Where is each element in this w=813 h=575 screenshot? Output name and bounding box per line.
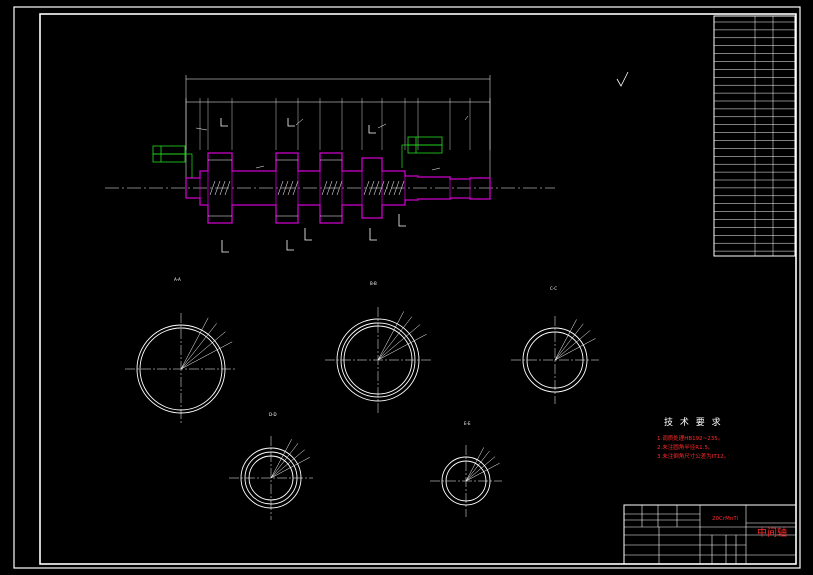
tolerance-frame-right <box>401 136 443 168</box>
inner-border <box>39 13 797 565</box>
section-d-view <box>229 436 313 520</box>
drawing-sheet: A-A B-B C-C D-D E-E 技 术 要 求 1.调质处理HB192~… <box>13 6 801 569</box>
section-b-view <box>325 307 431 413</box>
shaft-main-view <box>105 75 555 253</box>
section-label-e: E-E <box>464 421 471 426</box>
title-block-part-name: 中间轴 <box>757 526 787 539</box>
section-label-b: B-B <box>370 281 377 286</box>
tech-note-1: 1.调质处理HB192~235。 <box>657 434 723 442</box>
section-e-view <box>430 445 502 517</box>
tech-note-3: 3.未注倒角尺寸公差为IT12。 <box>657 452 729 460</box>
tech-heading: 技 术 要 求 <box>664 416 723 428</box>
section-cut-markers <box>220 118 406 253</box>
gear-parameter-table <box>713 15 796 257</box>
section-c-view <box>511 316 599 404</box>
technical-requirements: 技 术 要 求 1.调质处理HB192~235。 2.未注圆角半径R1.5。 3… <box>657 416 729 460</box>
section-label-c: C-C <box>550 286 557 291</box>
section-a-view <box>125 313 237 425</box>
section-label-d: D-D <box>269 412 277 417</box>
title-block-material: 20CrMnTi <box>712 516 739 522</box>
roughness-symbol <box>616 71 629 87</box>
section-label-a: A-A <box>174 277 181 282</box>
title-block: 20CrMnTi 中间轴 <box>623 504 797 565</box>
tech-note-2: 2.未注圆角半径R1.5。 <box>657 443 713 451</box>
outer-border <box>13 6 801 569</box>
